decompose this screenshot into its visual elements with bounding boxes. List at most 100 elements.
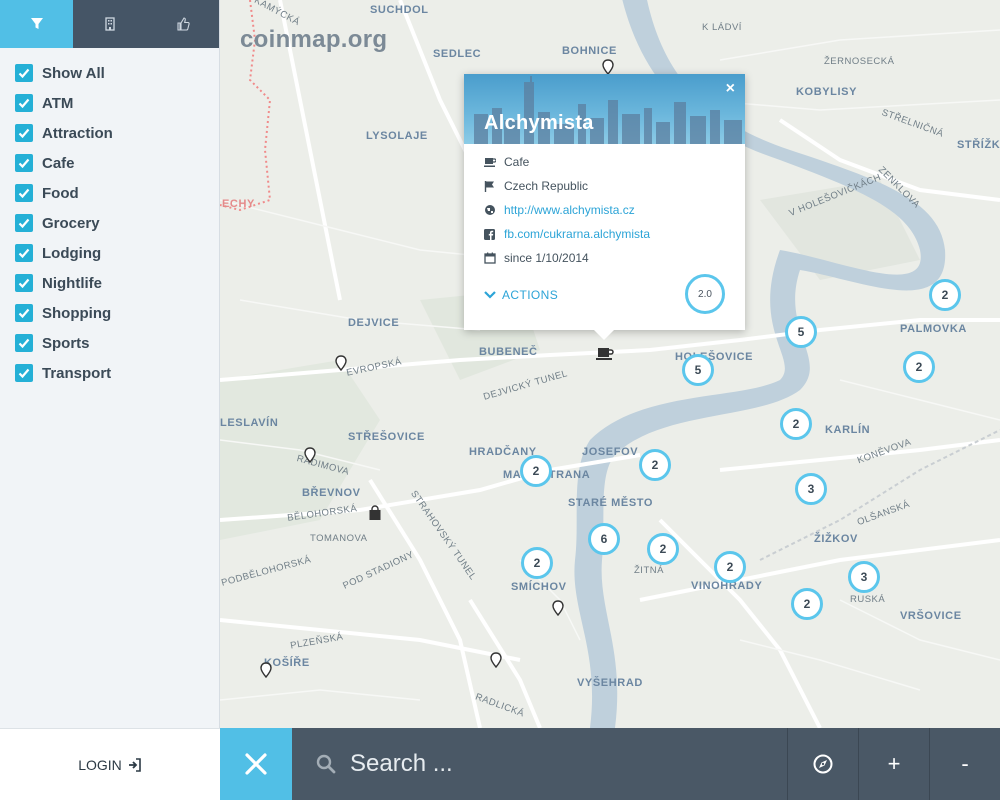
place-label: STŘÍŽKOV <box>957 139 1000 151</box>
marker-cluster[interactable]: 2 <box>929 279 961 311</box>
map-pin-icon[interactable] <box>552 600 564 616</box>
close-icon <box>245 753 267 775</box>
tab-venues[interactable] <box>73 0 146 48</box>
filter-item[interactable]: Sports <box>0 328 219 358</box>
checkbox-checked[interactable] <box>15 364 33 382</box>
place-label: SMÍCHOV <box>511 581 567 593</box>
search-box <box>292 728 787 800</box>
venue-popup: Alchymista × Cafe Czech Republic http://… <box>464 74 745 340</box>
popup-actions-toggle[interactable]: ACTIONS <box>484 288 558 302</box>
marker-cluster[interactable]: 2 <box>639 449 671 481</box>
checkmark-icon <box>18 248 30 259</box>
search-icon <box>316 754 336 774</box>
popup-tip <box>594 330 614 340</box>
place-label: BOHNICE <box>562 45 617 57</box>
place-label: LESLAVÍN <box>220 417 279 429</box>
facebook-icon <box>484 228 495 240</box>
filter-item[interactable]: Nightlife <box>0 268 219 298</box>
marker-cluster[interactable]: 3 <box>795 473 827 505</box>
map-pin-icon[interactable] <box>602 59 614 75</box>
popup-facebook-link[interactable]: fb.com/cukrarna.alchymista <box>504 227 650 241</box>
checkbox-checked[interactable] <box>15 244 33 262</box>
filter-icon <box>30 18 43 29</box>
filter-item[interactable]: Lodging <box>0 238 219 268</box>
login-label: LOGIN <box>78 756 122 773</box>
login-button[interactable]: LOGIN <box>0 728 220 800</box>
coffee-cup-icon[interactable] <box>596 345 614 361</box>
filter-label: Lodging <box>42 244 102 262</box>
marker-cluster[interactable]: 2 <box>791 588 823 620</box>
marker-cluster[interactable]: 6 <box>588 523 620 555</box>
marker-cluster[interactable]: 2 <box>647 533 679 565</box>
place-label: PALMOVKA <box>900 323 967 335</box>
tab-recommend[interactable] <box>146 0 219 48</box>
filter-item[interactable]: Attraction <box>0 118 219 148</box>
locate-button[interactable] <box>787 728 858 800</box>
marker-cluster[interactable]: 2 <box>903 351 935 383</box>
compass-icon <box>813 754 833 774</box>
filter-label: ATM <box>42 94 74 112</box>
shopping-bag-icon[interactable] <box>368 505 382 521</box>
place-label: SUCHDOL <box>370 4 429 16</box>
popup-category-row: Cafe <box>464 150 745 174</box>
marker-cluster[interactable]: 2 <box>714 551 746 583</box>
place-label: BŘEVNOV <box>302 487 361 499</box>
building-icon <box>104 17 115 31</box>
checkbox-checked[interactable] <box>15 214 33 232</box>
checkbox-checked[interactable] <box>15 124 33 142</box>
marker-cluster[interactable]: 2 <box>780 408 812 440</box>
filter-label: Sports <box>42 334 90 352</box>
filter-label: Show All <box>42 64 105 82</box>
place-label: ECHY <box>222 198 255 210</box>
popup-rating: 2.0 <box>685 274 725 314</box>
place-label: JOSEFOV <box>582 446 639 458</box>
marker-cluster[interactable]: 5 <box>682 354 714 386</box>
marker-cluster[interactable]: 3 <box>848 561 880 593</box>
sign-in-icon <box>128 757 141 772</box>
checkbox-checked[interactable] <box>15 154 33 172</box>
marker-cluster[interactable]: 5 <box>785 316 817 348</box>
search-input[interactable] <box>350 750 750 778</box>
thumbs-up-icon <box>176 17 190 31</box>
filter-item[interactable]: Food <box>0 178 219 208</box>
close-button[interactable] <box>220 728 292 800</box>
marker-cluster[interactable]: 2 <box>520 455 552 487</box>
filter-item[interactable]: Transport <box>0 358 219 388</box>
popup-country: Czech Republic <box>504 179 589 193</box>
filter-item[interactable]: Cafe <box>0 148 219 178</box>
filter-item[interactable]: Grocery <box>0 208 219 238</box>
filter-label: Food <box>42 184 79 202</box>
popup-close-button[interactable]: × <box>726 80 735 98</box>
filter-label: Grocery <box>42 214 100 232</box>
popup-website-link[interactable]: http://www.alchymista.cz <box>504 203 635 217</box>
road-label: RUSKÁ <box>850 594 886 605</box>
checkbox-checked[interactable] <box>15 94 33 112</box>
coinmap-logo: coinmap.org <box>240 26 388 53</box>
checkbox-checked[interactable] <box>15 304 33 322</box>
sidebar-tabs <box>0 0 219 48</box>
filter-item[interactable]: ATM <box>0 88 219 118</box>
checkbox-checked[interactable] <box>15 274 33 292</box>
map-pin-icon[interactable] <box>490 652 502 668</box>
calendar-icon <box>484 252 496 264</box>
popup-title: Alchymista <box>484 112 594 134</box>
place-label: STŘEŠOVICE <box>348 431 425 443</box>
map-pin-icon[interactable] <box>260 662 272 678</box>
filter-item[interactable]: Shopping <box>0 298 219 328</box>
tab-filter[interactable] <box>0 0 73 48</box>
place-label: VRŠOVICE <box>900 610 962 622</box>
map[interactable]: coinmap.org SUCHDOL BOHNICE SEDLEC LYSOL… <box>220 0 1000 728</box>
checkbox-checked[interactable] <box>15 184 33 202</box>
zoom-out-button[interactable]: - <box>929 728 1000 800</box>
map-pin-icon[interactable] <box>304 447 316 463</box>
marker-cluster[interactable]: 2 <box>521 547 553 579</box>
popup-actions-label: ACTIONS <box>502 288 559 302</box>
checkmark-icon <box>18 308 30 319</box>
map-pin-icon[interactable] <box>335 355 347 371</box>
place-label: DEJVICE <box>348 317 400 329</box>
zoom-in-button[interactable]: + <box>858 728 929 800</box>
checkbox-checked[interactable] <box>15 334 33 352</box>
checkbox-checked[interactable] <box>15 64 33 82</box>
filter-item[interactable]: Show All <box>0 58 219 88</box>
road-label: K LÁDVÍ <box>702 22 742 33</box>
